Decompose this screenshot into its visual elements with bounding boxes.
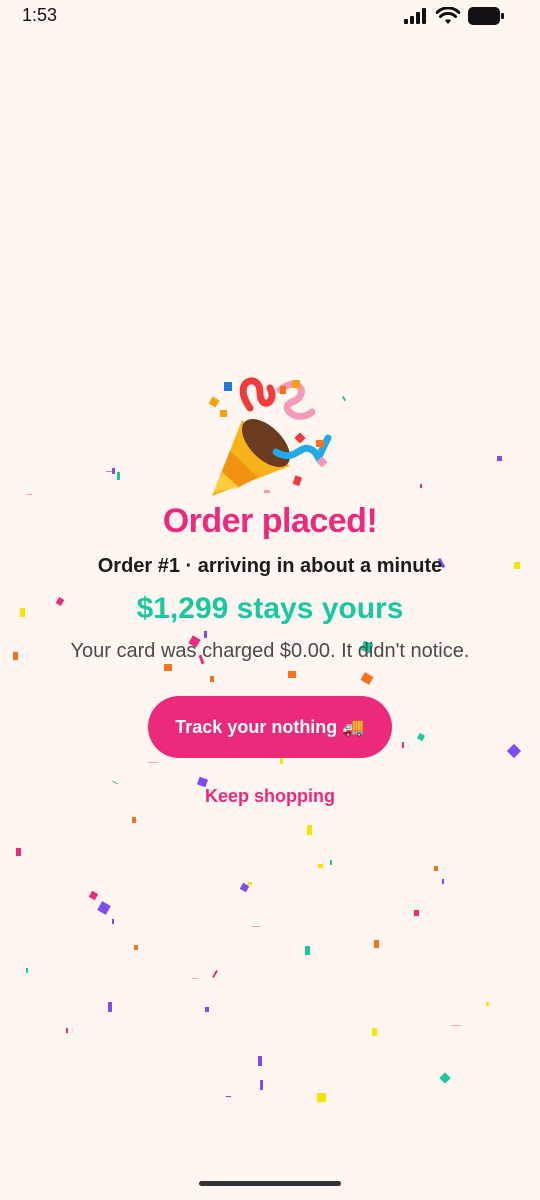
home-indicator[interactable]: [199, 1181, 341, 1186]
wifi-icon: [436, 7, 460, 24]
savings-text: $1,299 stays yours: [136, 592, 404, 625]
party-popper-icon: [208, 377, 332, 496]
status-bar: 1:53: [0, 0, 540, 34]
status-icons: [404, 6, 504, 26]
track-order-button[interactable]: Track your nothing 🚚: [148, 696, 392, 758]
charge-note: Your card was charged $0.00. It didn't n…: [70, 640, 470, 662]
keep-shopping-link[interactable]: Keep shopping: [0, 786, 540, 807]
status-time: 1:53: [22, 5, 58, 25]
signal-icon: [404, 8, 426, 24]
page-title: Order placed!: [162, 502, 378, 540]
battery-icon: [468, 7, 504, 25]
order-summary: Order #1 · arriving in about a minute: [97, 555, 443, 577]
